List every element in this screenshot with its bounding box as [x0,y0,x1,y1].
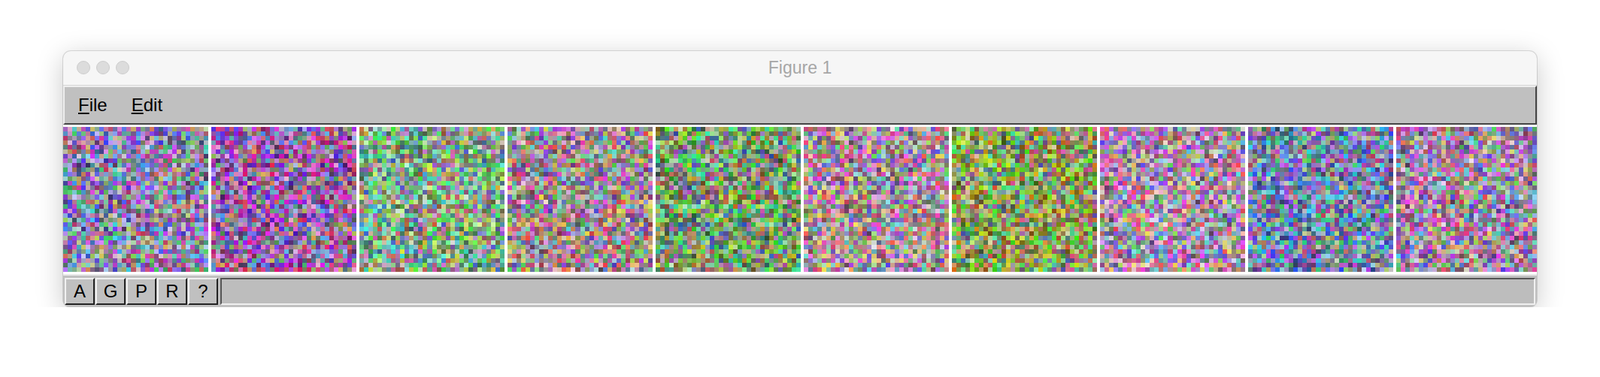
figure-image [507,127,653,273]
menu-item[interactable]: File [72,87,114,124]
figure-image [655,127,801,273]
figure-image [1248,127,1394,273]
close-icon[interactable] [76,60,91,75]
figure-image [951,127,1097,273]
figure-image [1100,127,1246,273]
figure-window: Figure 1 File Edit AGPR? [63,51,1537,308]
window-title: Figure 1 [768,57,832,78]
toolbar-button[interactable]: G [95,278,126,306]
toolbar-button[interactable]: ? [187,278,219,306]
toolbar-button[interactable]: A [64,278,95,306]
menu-bar: File Edit [63,85,1537,125]
image-strip [63,124,1537,275]
figure-image [63,127,209,273]
title-bar: Figure 1 [63,51,1537,86]
minimize-icon[interactable] [96,60,110,75]
figure-image [211,127,357,273]
figure-image [359,127,505,273]
toolbar-button[interactable]: R [157,278,188,306]
zoom-icon[interactable] [115,60,130,75]
figure-image [1396,127,1537,273]
status-field [220,278,1536,306]
toolbar-button[interactable]: P [126,278,157,306]
figure-image [803,127,949,273]
window-controls [76,60,130,75]
menu-item[interactable]: Edit [125,87,169,124]
toolbar: AGPR? [63,274,1537,308]
